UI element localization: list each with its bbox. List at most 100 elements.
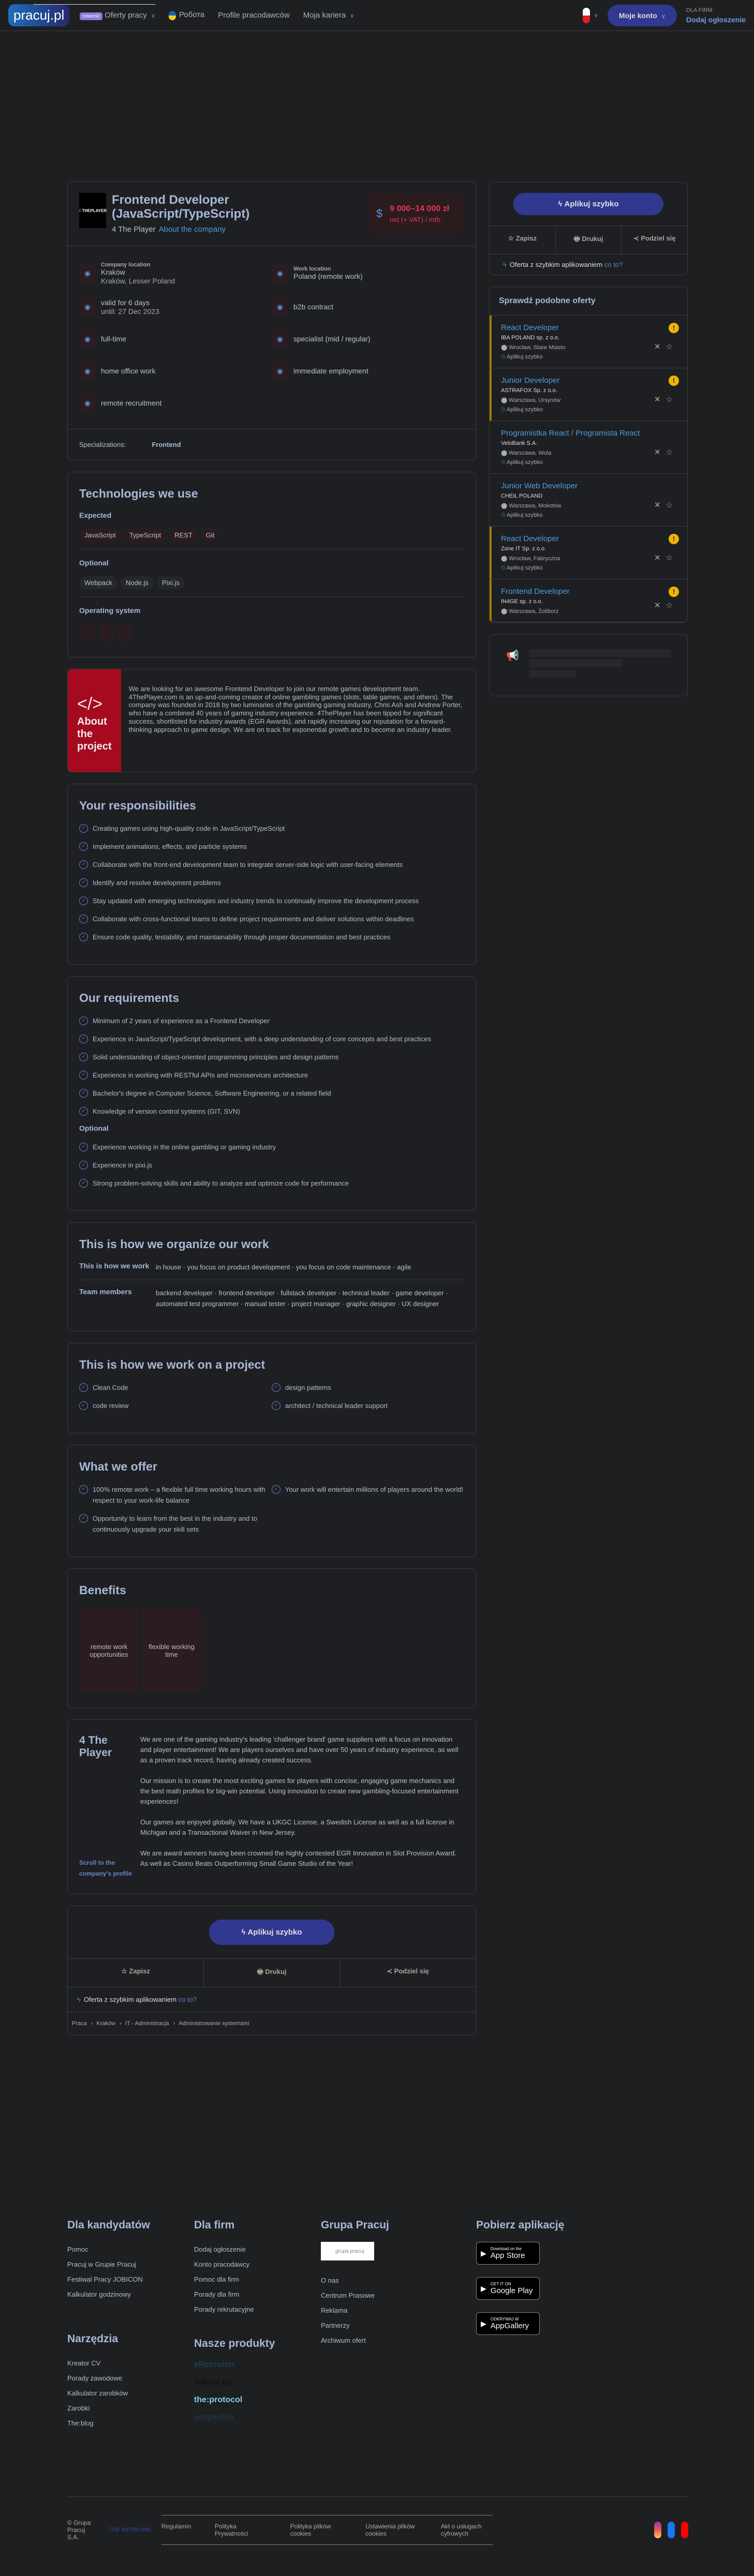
dismiss-icon[interactable]: ✕ <box>654 448 666 457</box>
dismiss-icon[interactable]: ✕ <box>654 501 666 510</box>
footer-link[interactable]: Kalkulator zarobków <box>67 2386 194 2401</box>
robota-ua-logo[interactable]: robota.ua <box>194 2378 321 2387</box>
specialization-value[interactable]: Frontend <box>152 441 181 448</box>
breadcrumb-item[interactable]: IT - Administracja <box>120 2020 169 2027</box>
similar-offer[interactable]: Frontend Developer IN4GE sp. z o.o. ⬤ Wa… <box>490 579 687 622</box>
offer-location: ⬤ Wrocław, Stare Miasto <box>501 344 678 351</box>
the-network-logo[interactable]: THE NETWORK <box>109 2527 151 2533</box>
apply-quick-button[interactable]: ϟ Aplikuj szybko <box>209 1920 334 1945</box>
offer-location: ⬤ Warszawa, Ursynów <box>501 397 678 403</box>
footer-link[interactable]: Porady rekrutacyjne <box>194 2302 321 2317</box>
chevron-down-icon: ∨ <box>350 13 354 19</box>
nav-robota[interactable]: Робота <box>168 10 204 20</box>
legal-link[interactable]: Regulamin <box>161 2523 191 2537</box>
footer-link[interactable]: Archiwum ofert <box>321 2333 476 2348</box>
store-badge[interactable]: ▶ GET IT ON Google Play <box>476 2277 540 2300</box>
legal-link[interactable]: Ustawienia plików cookies <box>365 2523 417 2537</box>
row-label: This is how we work <box>79 1262 150 1270</box>
footer-link[interactable]: Konto pracodawcy <box>194 2257 321 2272</box>
footer-link[interactable]: Reklama <box>321 2303 476 2318</box>
offer-title-link[interactable]: React Developer <box>501 323 678 333</box>
footer-link[interactable]: Porady zawodowe <box>67 2371 194 2386</box>
offer-title-link[interactable]: Junior Developer <box>501 376 678 385</box>
star-icon[interactable]: ☆ <box>666 553 678 562</box>
breadcrumb-item[interactable]: Administrowanie systemami <box>173 2020 249 2027</box>
dismiss-icon[interactable]: ✕ <box>654 553 666 562</box>
save-button[interactable]: ☆ Zapisz <box>68 1959 203 1987</box>
detail-item: ◉ Work location Poland (remote work) <box>272 262 464 285</box>
store-badge[interactable]: ▶ Download on the App Store <box>476 2242 540 2265</box>
similar-offers: Sprawdź podobne oferty React Developer I… <box>489 287 688 623</box>
nav-my-career[interactable]: Moja kariera ∨ <box>303 11 354 20</box>
alert-badge-icon: ! <box>669 587 679 597</box>
footer-link[interactable]: Pracuj w Grupie Pracuj <box>67 2257 194 2272</box>
offer-title-link[interactable]: Frontend Developer <box>501 587 678 596</box>
legal-link[interactable]: Akt o usługach cyfrowych <box>441 2523 493 2537</box>
similar-offer[interactable]: React Developer Zone IT Sp. z o.o. ⬤ Wro… <box>490 527 687 579</box>
language-switcher[interactable]: ∨ <box>582 7 598 23</box>
footer-link[interactable]: Dodaj ogłoszenie <box>194 2242 321 2257</box>
footer-link[interactable]: Festiwal Pracy JOBICON <box>67 2272 194 2287</box>
footer-link[interactable]: Zarobki <box>67 2401 194 2416</box>
scroll-to-profile-link[interactable]: Scroll to the company's profile <box>79 1858 140 1879</box>
apply-quick-button[interactable]: ϟ Aplikuj szybko <box>513 193 663 215</box>
footer-link[interactable]: Porady dla firm <box>194 2287 321 2302</box>
footer-link[interactable]: Pomoc dla firm <box>194 2272 321 2287</box>
dismiss-icon[interactable]: ✕ <box>654 342 666 351</box>
add-ad-link[interactable]: Dodaj ogłoszenie <box>686 16 746 24</box>
breadcrumb-item[interactable]: Praca <box>72 2020 87 2027</box>
similar-offer[interactable]: React Developer IBA POLAND sp. z o.o. ⬤ … <box>490 316 687 368</box>
footer-link[interactable]: Centrum Prasowe <box>321 2288 476 2303</box>
what-is-link[interactable]: co to? <box>604 261 623 268</box>
star-icon[interactable]: ☆ <box>666 395 678 404</box>
print-button[interactable]: 🖶 Drukuj <box>203 1959 339 1987</box>
save-button[interactable]: ☆ Zapisz <box>490 226 555 254</box>
grupa-pracuj-logo[interactable]: grupa pracuj <box>321 2242 374 2260</box>
youtube-icon[interactable] <box>681 2522 688 2538</box>
my-account-button[interactable]: Moje konto ∨ <box>607 4 677 26</box>
dismiss-icon[interactable]: ✕ <box>654 395 666 404</box>
facebook-icon[interactable] <box>668 2522 675 2538</box>
star-icon[interactable]: ☆ <box>666 601 678 610</box>
company-logo[interactable]: 4 THEPLAYER <box>79 193 107 228</box>
nav-employer-profiles[interactable]: Profile pracodawców <box>218 11 289 20</box>
button-label: Zapisz <box>515 234 537 242</box>
share-button[interactable]: ≺ Podziel się <box>339 1959 476 1987</box>
footer-link[interactable]: Kreator CV <box>67 2356 194 2371</box>
store-icon: ▶ <box>481 2249 486 2257</box>
softgarden-logo[interactable]: softgarden <box>194 2413 321 2422</box>
about-company-link[interactable]: About the company <box>159 225 226 234</box>
detail-value: home office work <box>101 366 156 375</box>
offer-title-link[interactable]: Programistka React / Programista React <box>501 428 678 438</box>
offer-title-link[interactable]: React Developer <box>501 534 678 544</box>
offer-title-link[interactable]: Junior Web Developer <box>501 481 678 491</box>
similar-offer[interactable]: Junior Developer ASTRAFOX Sp. z o.o. ⬤ W… <box>490 368 687 421</box>
footer-link[interactable]: The:blog <box>67 2416 194 2431</box>
star-icon[interactable]: ☆ <box>666 342 678 351</box>
location-pin-icon: ⬤ <box>501 450 509 456</box>
offer-list: 100% remote work – a flexible full time … <box>79 1484 272 1542</box>
similar-offer[interactable]: Junior Web Developer CHEIL POLAND ⬤ Wars… <box>490 474 687 527</box>
print-button[interactable]: 🖶 Drukuj <box>555 226 622 254</box>
share-button[interactable]: ≺ Podziel się <box>621 226 687 254</box>
store-badge[interactable]: ▶ ODKRYWAJ W AppGallery <box>476 2312 540 2335</box>
legal-link[interactable]: Polityka Prywatności <box>215 2523 267 2537</box>
breadcrumb-item[interactable]: Kraków <box>91 2020 115 2027</box>
benefit-tile: remote work opportunities <box>79 1608 139 1693</box>
star-icon[interactable]: ☆ <box>666 448 678 457</box>
star-icon[interactable]: ☆ <box>666 501 678 510</box>
footer-link[interactable]: Partnerzy <box>321 2318 476 2333</box>
detail-icon: ◉ <box>272 296 288 317</box>
erecruiter-logo[interactable]: eRecruiter <box>194 2360 321 2370</box>
footer-link[interactable]: Kalkulator godzinowy <box>67 2287 194 2302</box>
footer-link[interactable]: Pomoc <box>67 2242 194 2257</box>
what-is-link[interactable]: co to? <box>179 1996 197 2003</box>
footer-link[interactable]: O nas <box>321 2273 476 2288</box>
nav-job-offers[interactable]: nowość Oferty pracy ∨ <box>80 11 155 20</box>
the-protocol-logo[interactable]: the:protocol <box>194 2395 321 2405</box>
instagram-icon[interactable] <box>654 2522 661 2538</box>
legal-link[interactable]: Polityka plików cookies <box>290 2523 342 2537</box>
similar-offer[interactable]: Programistka React / Programista React V… <box>490 421 687 474</box>
pracuj-logo[interactable]: pracuj.pl <box>8 4 70 26</box>
dismiss-icon[interactable]: ✕ <box>654 601 666 610</box>
